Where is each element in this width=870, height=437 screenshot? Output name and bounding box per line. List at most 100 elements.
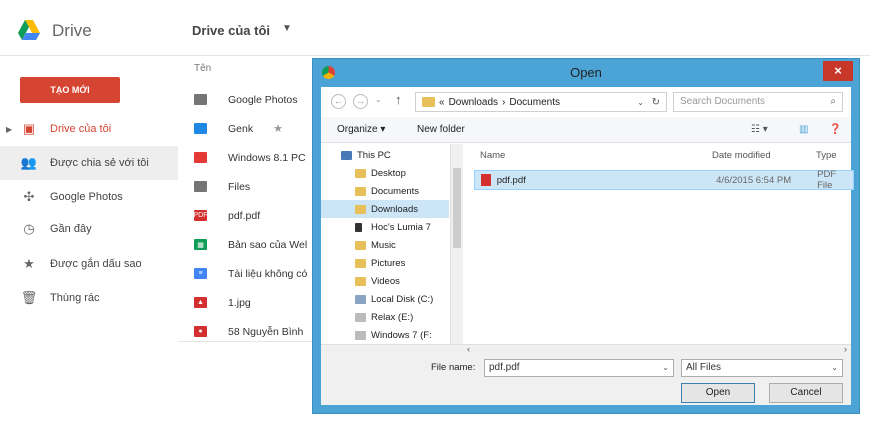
- file-name-value: pdf.pdf: [489, 362, 520, 373]
- column-header-type[interactable]: Type: [816, 150, 837, 161]
- image-icon: ▲: [194, 297, 207, 308]
- new-folder-button[interactable]: New folder: [417, 124, 465, 135]
- horizontal-scrollbar[interactable]: ‹ ›: [321, 344, 851, 356]
- tree-item-downloads[interactable]: Downloads: [321, 200, 449, 218]
- forward-icon[interactable]: →: [353, 94, 368, 109]
- sidebar-item-my-drive[interactable]: ▶ ▣ Drive của tôi: [0, 112, 178, 146]
- pc-icon: [341, 150, 352, 160]
- folder-icon: [355, 240, 366, 250]
- disk-icon: [355, 294, 366, 304]
- folder-icon: [194, 181, 207, 192]
- tree-item-phone[interactable]: Hoc's Lumia 7: [321, 218, 449, 236]
- tree-item-documents[interactable]: Documents: [321, 182, 449, 200]
- column-header-name[interactable]: Tên: [194, 63, 211, 74]
- list-item[interactable]: ● 58 Nguyễn Bình: [178, 317, 318, 346]
- trash-icon: 🗑: [20, 290, 38, 305]
- breadcrumb-documents[interactable]: Documents: [509, 97, 560, 108]
- chevron-down-icon[interactable]: ⌄: [662, 360, 669, 376]
- file-name-input[interactable]: pdf.pdf ⌄: [484, 359, 674, 377]
- sidebar-item-recent[interactable]: ◷ Gần đây: [0, 212, 178, 246]
- tree-item-videos[interactable]: Videos: [321, 272, 449, 290]
- open-dialog: Open × ← → ⌄ ↑ « Downloads › Documents ⌄…: [312, 58, 860, 414]
- file-name-label: File name:: [431, 362, 476, 373]
- search-icon[interactable]: ⌕: [830, 93, 836, 111]
- folder-icon: [194, 94, 207, 105]
- view-options-icon[interactable]: ☷ ▾: [751, 124, 768, 135]
- search-placeholder: Search Documents: [680, 96, 766, 107]
- search-input[interactable]: Search Documents ⌕: [673, 92, 843, 112]
- tree-label: Relax (E:): [371, 311, 414, 323]
- refresh-icon[interactable]: ↻: [652, 97, 660, 108]
- address-row: ← → ⌄ ↑ « Downloads › Documents ⌄ ↻ Sear…: [321, 87, 851, 117]
- tree-item-music[interactable]: Music: [321, 236, 449, 254]
- table-row[interactable]: pdf.pdf 4/6/2015 6:54 PM PDF File: [474, 169, 854, 191]
- shared-icon: 👥: [20, 155, 38, 170]
- folder-icon: [355, 168, 366, 178]
- tree-item-pictures[interactable]: Pictures: [321, 254, 449, 272]
- open-button[interactable]: Open: [681, 383, 755, 403]
- sidebar-item-starred[interactable]: ★ Được gắn dấu sao: [0, 247, 178, 281]
- folder-icon: [194, 123, 207, 134]
- tree-label: Videos: [371, 275, 400, 287]
- tree-label: Desktop: [371, 167, 406, 179]
- list-item[interactable]: Files: [178, 172, 318, 201]
- file-name: Genk: [228, 122, 254, 135]
- recent-dropdown-icon[interactable]: ⌄: [375, 95, 382, 104]
- file-name: Tài liệu không có: [228, 267, 308, 280]
- star-icon: ★: [273, 123, 283, 135]
- file-type-value: All Files: [686, 362, 722, 373]
- tree-label: Music: [371, 239, 396, 251]
- tree-item-this-pc[interactable]: This PC: [321, 146, 449, 164]
- folder-icon: [422, 97, 435, 107]
- sidebar-item-shared[interactable]: 👥 Được chia sẻ với tôi: [0, 146, 178, 180]
- list-item[interactable]: PDF pdf.pdf: [178, 201, 318, 230]
- list-item[interactable]: Google Photos: [178, 85, 318, 114]
- sidebar-item-photos[interactable]: ✣ Google Photos: [0, 180, 178, 214]
- list-item[interactable]: Windows 8.1 PC: [178, 143, 318, 172]
- back-icon[interactable]: ←: [331, 94, 346, 109]
- sidebar: TẠO MỚI ▶ ▣ Drive của tôi 👥 Được chia sẻ…: [0, 57, 178, 437]
- list-item[interactable]: Genk ★: [178, 114, 318, 143]
- caret-down-icon[interactable]: ▼: [282, 23, 292, 34]
- scroll-left-icon[interactable]: ‹: [467, 344, 470, 354]
- tree-label: This PC: [357, 149, 391, 161]
- file-name: 1.jpg: [228, 296, 251, 309]
- file-name: Windows 8.1 PC: [228, 151, 306, 164]
- scrollbar-thumb[interactable]: [453, 168, 461, 248]
- organize-button[interactable]: Organize ▾: [337, 124, 385, 135]
- new-button[interactable]: TẠO MỚI: [20, 77, 120, 103]
- tree-item-desktop[interactable]: Desktop: [321, 164, 449, 182]
- file-type-select[interactable]: All Files ⌄: [681, 359, 843, 377]
- tree-item-windows7[interactable]: Windows 7 (F:: [321, 326, 449, 344]
- close-button[interactable]: ×: [823, 61, 853, 81]
- tree-label: Downloads: [371, 203, 418, 215]
- breadcrumb[interactable]: Drive của tôi: [192, 23, 270, 38]
- expand-caret-icon[interactable]: ▶: [6, 125, 12, 134]
- tree-item-relax[interactable]: Relax (E:): [321, 308, 449, 326]
- cancel-button[interactable]: Cancel: [769, 383, 843, 403]
- list-item[interactable]: ▦ Bản sao của Wel: [178, 230, 318, 259]
- help-icon[interactable]: ❓: [829, 124, 841, 135]
- sidebar-item-trash[interactable]: 🗑 Thùng rác: [0, 281, 178, 315]
- disk-icon: [355, 312, 366, 322]
- address-bar[interactable]: « Downloads › Documents ⌄ ↻: [415, 92, 667, 112]
- sidebar-item-label: Drive của tôi: [50, 123, 112, 135]
- file-name: Google Photos: [228, 93, 298, 106]
- preview-pane-icon[interactable]: ▥: [799, 124, 808, 135]
- breadcrumb-downloads[interactable]: Downloads: [449, 97, 498, 108]
- list-item[interactable]: ▲ 1.jpg: [178, 288, 318, 317]
- sidebar-item-label: Được chia sẻ với tôi: [50, 157, 149, 169]
- folder-icon: [355, 186, 366, 196]
- breadcrumb-overflow[interactable]: «: [439, 97, 445, 108]
- tree-scrollbar[interactable]: [451, 144, 463, 344]
- map-icon: ●: [194, 326, 207, 337]
- folder-icon: [355, 258, 366, 268]
- chevron-down-icon[interactable]: ⌄: [831, 360, 838, 376]
- chevron-down-icon[interactable]: ⌄: [637, 98, 644, 107]
- scroll-right-icon[interactable]: ›: [844, 344, 847, 354]
- list-item[interactable]: ≡ Tài liệu không có: [178, 259, 318, 288]
- up-icon[interactable]: ↑: [395, 92, 402, 107]
- tree-item-local-disk[interactable]: Local Disk (C:): [321, 290, 449, 308]
- column-header-date[interactable]: Date modified: [712, 150, 771, 161]
- column-header-name[interactable]: Name: [480, 150, 505, 161]
